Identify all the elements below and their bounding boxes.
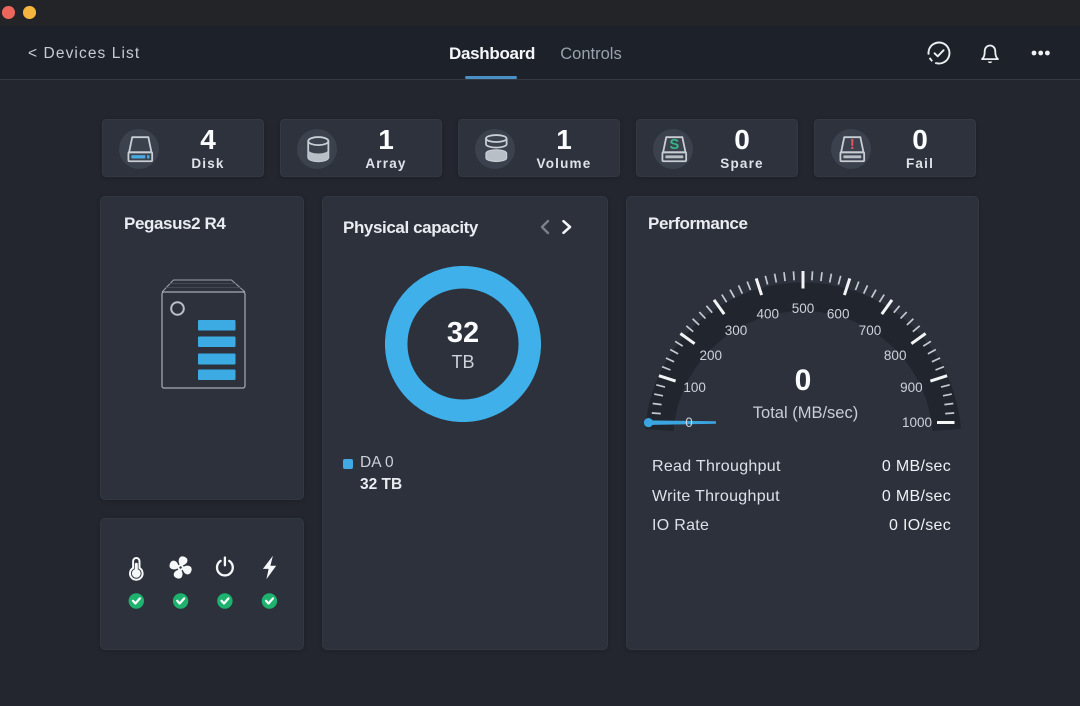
svg-text:700: 700 — [859, 323, 882, 338]
svg-text:200: 200 — [700, 348, 723, 363]
svg-text:800: 800 — [884, 348, 907, 363]
svg-text:900: 900 — [900, 380, 923, 395]
svg-text:!: ! — [850, 137, 855, 153]
svg-text:600: 600 — [827, 307, 850, 322]
svg-text:300: 300 — [725, 323, 748, 338]
svg-text:400: 400 — [757, 307, 780, 322]
svg-text:500: 500 — [792, 301, 815, 316]
svg-text:S: S — [669, 137, 679, 153]
svg-text:0: 0 — [685, 415, 693, 430]
